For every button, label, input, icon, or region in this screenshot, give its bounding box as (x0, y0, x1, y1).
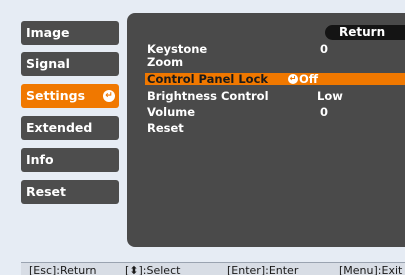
menu-exit-hint: [Menu]:Exit (339, 264, 403, 275)
menu-row-keystone[interactable]: Keystone 0 (145, 43, 405, 55)
enter-icon: ↵ (288, 74, 298, 84)
row-label: Brightness Control (147, 89, 269, 103)
esc-hint: [Esc]:Return (29, 264, 97, 275)
return-button[interactable]: Return (325, 25, 405, 40)
sidebar-item-extended[interactable]: Extended (21, 116, 119, 140)
sidebar-item-settings[interactable]: Settings ↵ (21, 84, 119, 108)
row-value: 0 (320, 42, 329, 56)
row-value: Low (317, 89, 343, 103)
row-value-wrap: ↵ Off (288, 73, 318, 85)
sidebar-item-label: Reset (26, 184, 66, 199)
menu-row-brightness-control[interactable]: Brightness Control Low (145, 90, 405, 102)
sidebar-item-label: Signal (26, 56, 70, 71)
sidebar-item-reset[interactable]: Reset (21, 180, 119, 204)
row-label: Zoom (147, 55, 184, 69)
projector-menu-screen: Image Signal Settings ↵ Extended Info Re… (0, 0, 405, 275)
enter-hint: [Enter]:Enter (227, 264, 299, 275)
menu-row-reset[interactable]: Reset (145, 122, 405, 134)
sidebar-item-label: Image (26, 25, 70, 40)
row-label: Volume (147, 105, 196, 119)
enter-icon: ↵ (103, 90, 115, 102)
menu-row-zoom[interactable]: Zoom (145, 56, 405, 68)
row-label: Keystone (147, 42, 208, 56)
key-hint-bar: [Esc]:Return [⬍]:Select [Enter]:Enter [M… (21, 262, 405, 275)
sidebar-item-signal[interactable]: Signal (21, 52, 119, 76)
sidebar-item-label: Info (26, 152, 54, 167)
menu-row-control-panel-lock[interactable]: Control Panel Lock ↵ Off (145, 73, 405, 85)
row-label: Reset (147, 121, 184, 135)
sidebar-item-label: Extended (26, 120, 93, 135)
sidebar-item-label: Settings (26, 88, 86, 103)
select-hint: [⬍]:Select (125, 264, 181, 275)
row-value: Off (299, 72, 319, 86)
sidebar-item-info[interactable]: Info (21, 148, 119, 172)
menu-row-volume[interactable]: Volume 0 (145, 106, 405, 118)
row-value: 0 (320, 105, 329, 119)
row-label: Control Panel Lock (147, 72, 269, 86)
sidebar-item-image[interactable]: Image (21, 21, 119, 45)
